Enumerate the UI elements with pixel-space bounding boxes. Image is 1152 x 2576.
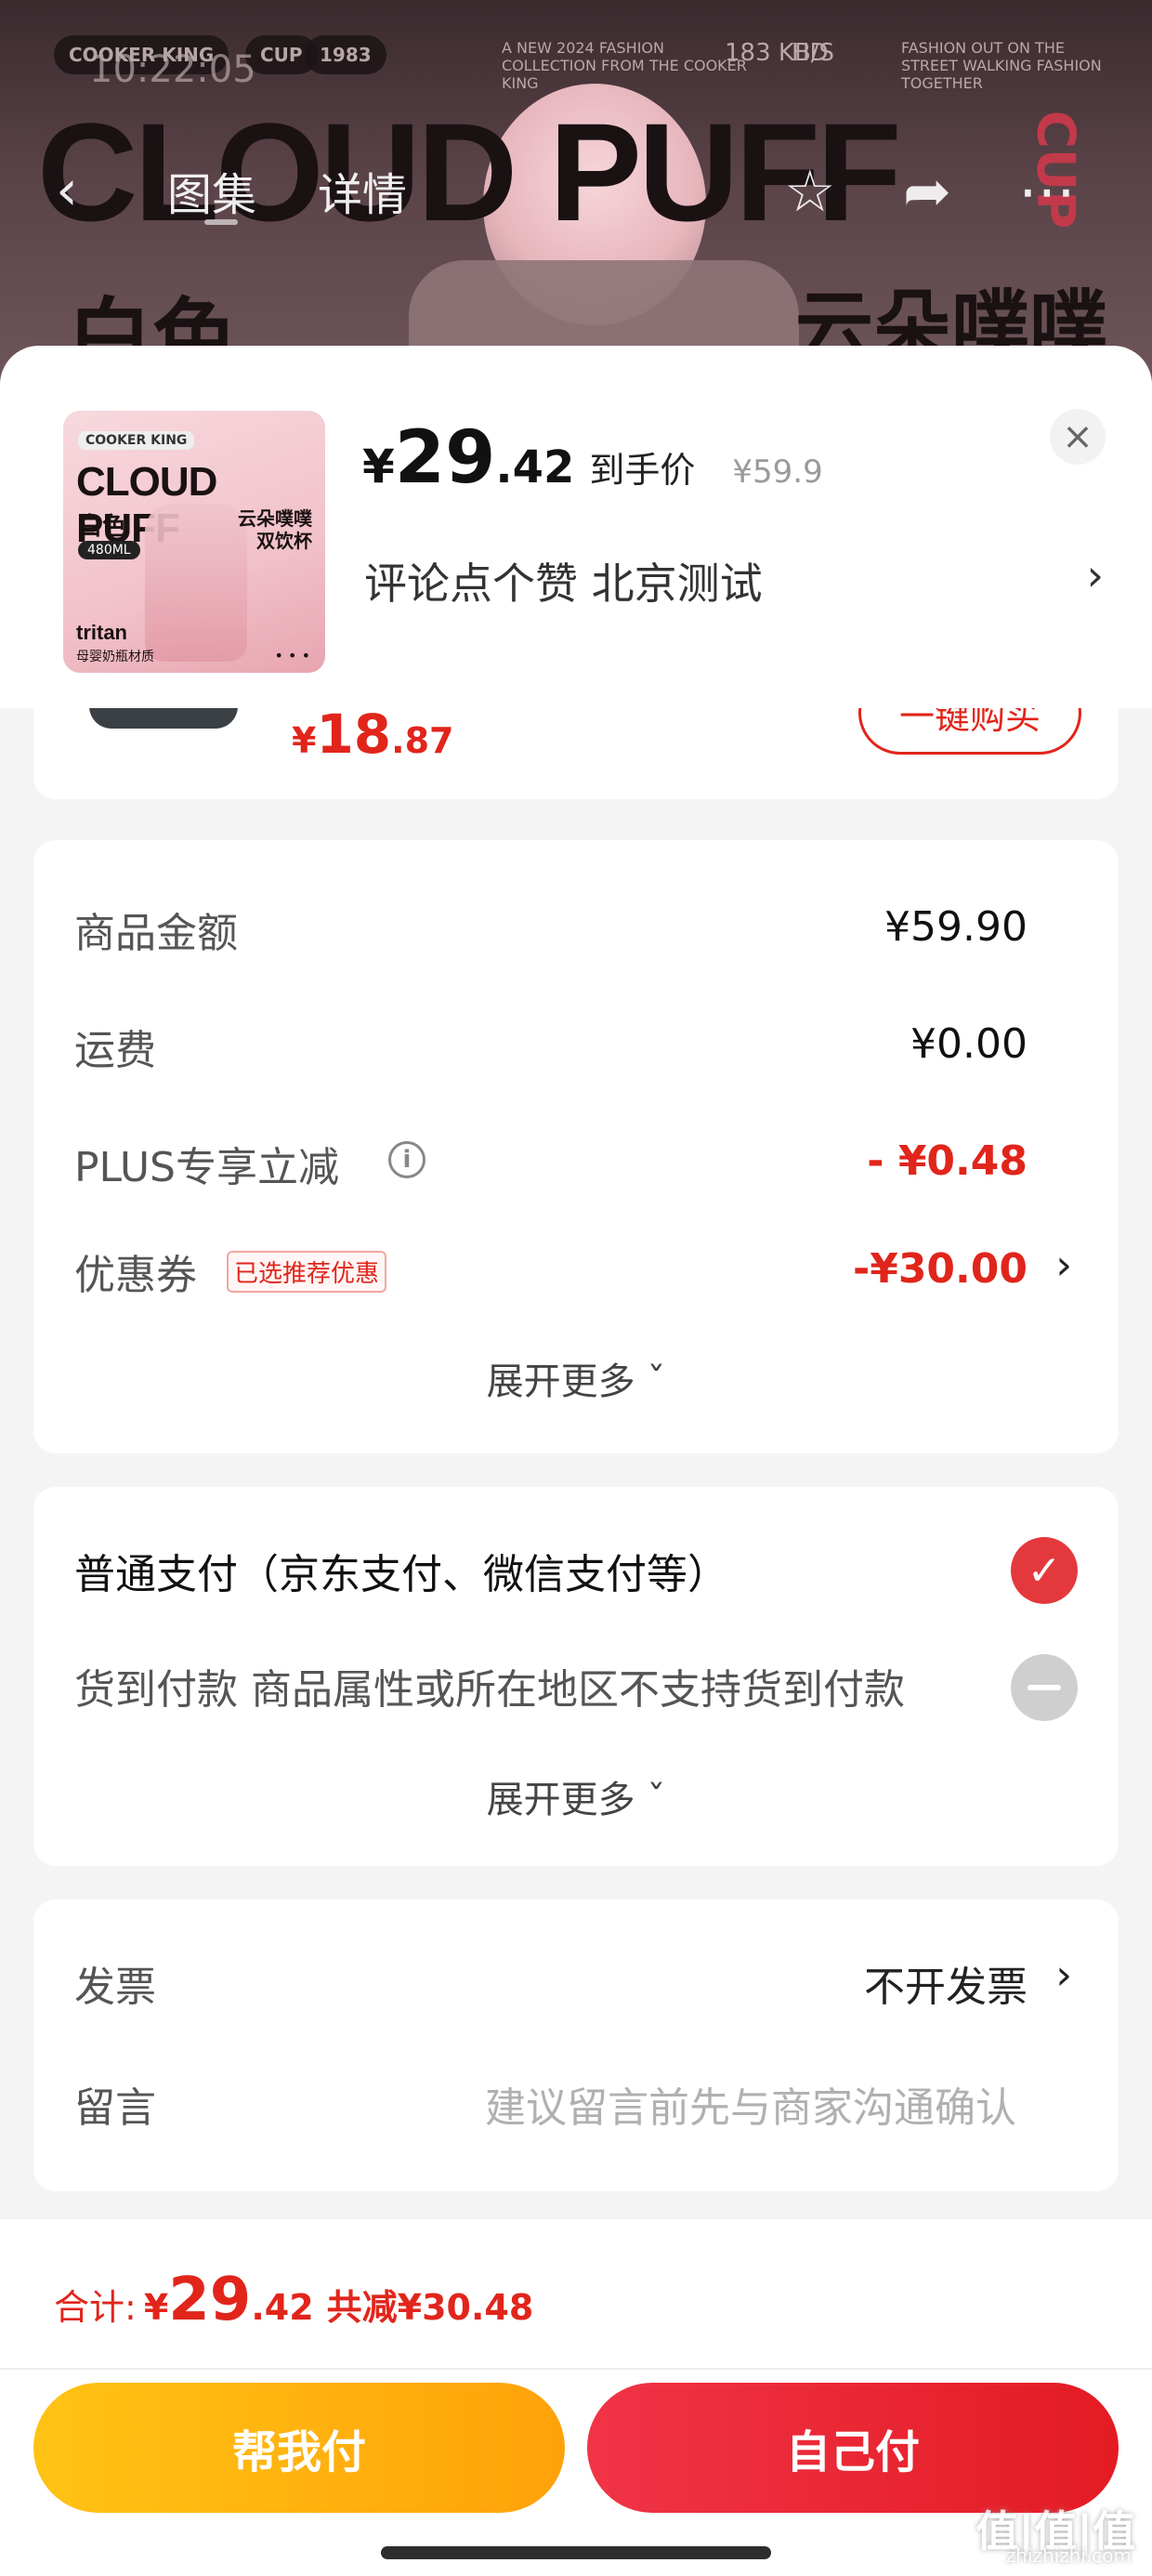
message-input[interactable]: 建议留言前先与商家沟通确认 [485,2074,1016,2134]
total-symbol: ¥ [143,2287,169,2328]
chevron-right-icon[interactable]: › [1055,1952,1072,1999]
star-icon[interactable]: ☆ [784,157,836,225]
price-decimal: .42 [495,441,575,493]
one-click-buy-button[interactable]: 一键购买 [858,708,1081,755]
spec-selector[interactable]: 评论点个赞 北京测试 [364,550,763,611]
price-symbol: ¥ [362,440,395,493]
thumb-material-cn: 母婴奶瓶材质 [76,650,154,664]
more-icon[interactable]: ⋯ [1018,157,1076,225]
thumb-color: 白色 [78,513,127,541]
invoice-value[interactable]: 不开发票 [864,1953,1028,2013]
thumb-material: tritan [76,621,127,644]
chevron-right-icon[interactable]: › [1055,1242,1072,1289]
thumb-name: 云朵噗噗 双饮杯 [238,507,312,552]
tab-underline [204,219,238,225]
bottom-bar: 合计: ¥ 29 .42 共减¥30.48 帮我付 自己付 值|值|值 zhiz… [0,2219,1152,2576]
peek-price-decimal: .87 [391,720,454,761]
order-total: 合计: ¥ 29 .42 共减¥30.48 [54,2266,533,2334]
price-integer: 29 [394,416,496,500]
total-saved: 共减¥30.48 [326,2287,534,2328]
goods-amount-label: 商品金额 [74,910,238,957]
disabled-icon [1011,1654,1078,1721]
expand-more-button[interactable]: 展开更多 ˇ [33,1351,1119,1405]
thumb-capacity: 480ML [78,541,140,559]
total-integer: 29 [168,2266,252,2334]
info-icon[interactable]: i [388,1141,425,1178]
status-time: 10:22:05 [89,48,256,91]
home-indicator[interactable] [381,2546,771,2559]
year-chip: 1983 [305,35,386,74]
tab-gallery[interactable]: 图集 [167,158,256,223]
coupon-tag: 已选推荐优惠 [227,1251,387,1293]
banner-tagline-right: FASHION OUT ON THE STREET WALKING FASHIO… [901,39,1102,93]
total-label: 合计: [54,2287,137,2328]
normal-payment-label[interactable]: 普通支付（京东支付、微信支付等） [74,1541,728,1600]
top-nav: ‹ 图集 详情 ☆ ➦ ⋯ [0,139,1152,242]
banner-tagline: A NEW 2024 FASHION COLLECTION FROM THE C… [502,39,747,93]
close-icon[interactable]: × [1050,409,1106,465]
product-thumbnail[interactable]: COOKER KING CLOUD PUFF 白色 云朵噗噗 双饮杯 480ML… [63,411,325,673]
invoice-card: 发票 不开发票 › 留言 建议留言前先与商家沟通确认 [33,1899,1119,2191]
expand-more-button[interactable]: 展开更多 ˇ [33,1769,1119,1823]
checkmark-icon[interactable]: ✓ [1011,1537,1078,1604]
share-icon[interactable]: ➦ [903,157,951,225]
thumb-brand: COOKER KING [78,431,195,450]
peek-price-integer: 18 [316,708,392,766]
back-icon[interactable]: ‹ [56,158,78,223]
self-pay-button[interactable]: 自己付 [587,2383,1119,2513]
message-label: 留言 [74,2084,156,2132]
help-pay-button[interactable]: 帮我付 [33,2383,565,2513]
plus-discount-label: PLUS专享立减 [74,1144,339,1191]
peek-price-symbol: ¥ [292,720,317,761]
divider [0,2368,1152,2370]
product-banner: COOKER KING CUP 1983 10:22:05 A NEW 2024… [0,0,1152,390]
coupon-value[interactable]: -¥30.00 [853,1245,1028,1293]
tab-detail[interactable]: 详情 [318,158,407,223]
watermark-url: zhizhizhi.com [1005,2544,1132,2567]
chevron-right-icon[interactable]: › [1087,550,1104,600]
product-price: ¥ 29 .42 到手价 ¥59.9 [362,422,823,494]
goods-amount-value: ¥59.90 [884,903,1028,951]
shipping-label: 运费 [74,1027,156,1074]
shipping-value: ¥0.00 [910,1020,1028,1068]
total-decimal: .42 [251,2287,314,2328]
coupon-label[interactable]: 优惠券 [74,1242,197,1301]
peek-image [89,708,238,729]
peek-card: ¥18.87 一键购买 [33,708,1119,799]
product-header: COOKER KING CLOUD PUFF 白色 云朵噗噗 双饮杯 480ML… [0,346,1152,708]
cod-payment-label: 货到付款 商品属性或所在地区不支持货到付款 [74,1666,905,1714]
original-price: ¥59.9 [732,453,823,491]
invoice-label[interactable]: 发票 [74,1953,156,2013]
hd-indicator: HD [792,39,829,67]
thumb-dots: • • • [274,647,310,664]
payment-card: 普通支付（京东支付、微信支付等） ✓ 货到付款 商品属性或所在地区不支持货到付款… [33,1487,1119,1866]
amount-card: 商品金额 ¥59.90 运费 ¥0.00 PLUS专享立减 i - ¥0.48 … [33,840,1119,1453]
peek-price: ¥18.87 [292,708,454,766]
price-suffix: 到手价 [589,450,696,491]
plus-discount-value: - ¥0.48 [867,1137,1028,1185]
